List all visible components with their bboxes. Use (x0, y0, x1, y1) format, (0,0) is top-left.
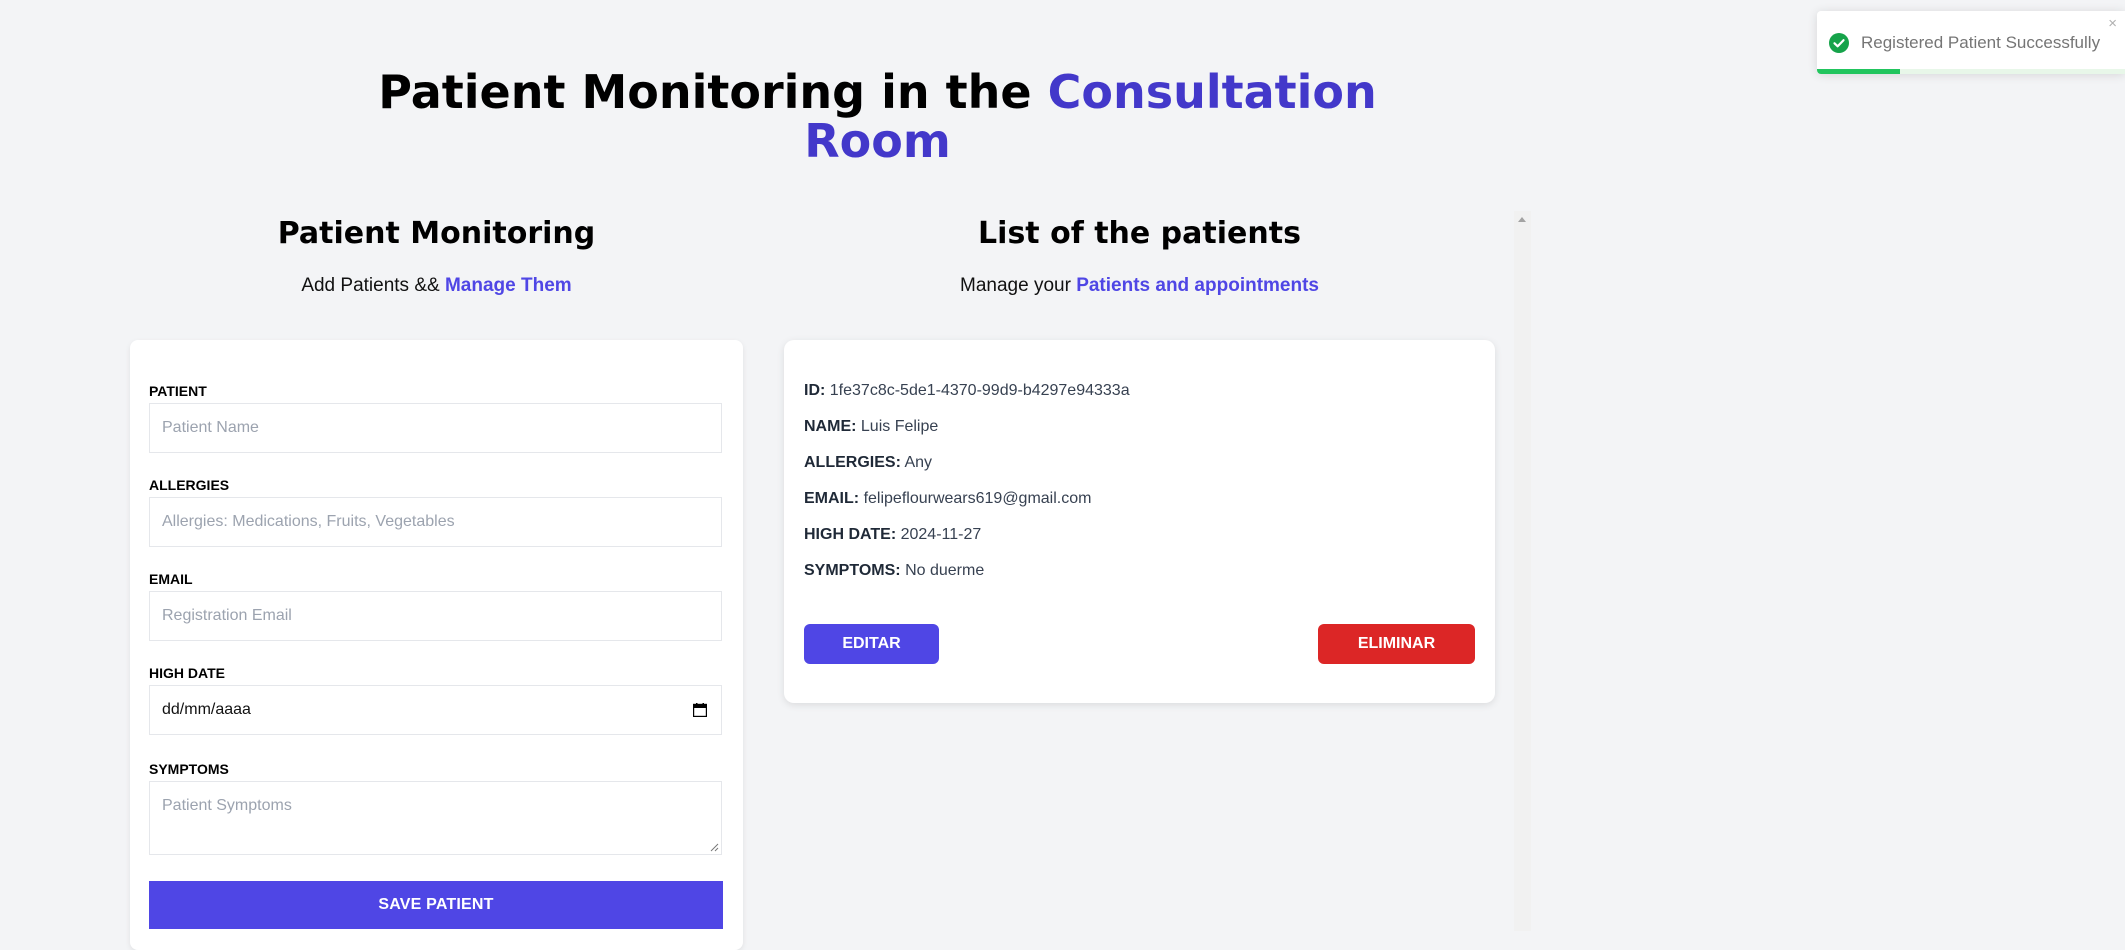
patient-name-input[interactable]: Patient Name (149, 403, 722, 453)
resize-grip-icon[interactable] (709, 842, 719, 852)
patient-symptoms-row: SYMPTOMS: No duerme (804, 562, 984, 580)
allergies-input[interactable]: Allergies: Medications, Fruits, Vegetabl… (149, 497, 722, 547)
high-date-label: HIGH DATE (149, 665, 225, 681)
list-subtitle-text: Manage your (960, 275, 1077, 296)
form-subtitle-accent: Manage Them (444, 275, 572, 296)
edit-button[interactable]: EDITAR (804, 624, 939, 664)
list-section-title: List of the patients (978, 216, 1301, 251)
toast-message: Registered Patient Successfully (1861, 33, 2101, 52)
allergies-label: ALLERGIES (149, 477, 230, 493)
name-key: NAME: (804, 418, 857, 435)
email-input[interactable]: Registration Email (149, 591, 722, 641)
patient-allergies-value: Any (904, 454, 933, 471)
high-date-input[interactable]: dd/mm/aaaa (149, 685, 722, 735)
patient-id-value: 1fe37c8c-5de1-4370-99d9-b4297e94333a (829, 382, 1130, 399)
patient-form: PATIENT Patient Name ALLERGIES Allergies… (130, 340, 743, 950)
success-toast[interactable]: Registered Patient Successfully × (1817, 11, 2125, 74)
page-title-main: Patient Monitoring in the (378, 65, 1048, 119)
form-subtitle-text: Add Patients && (301, 275, 445, 296)
symptoms-key: SYMPTOMS: (804, 562, 901, 579)
toast-close-icon[interactable]: × (2108, 15, 2117, 32)
patient-email-row: EMAIL: felipeflourwears619@gmail.com (804, 490, 1091, 508)
high-date-key: HIGH DATE: (804, 526, 897, 543)
patient-symptoms-value: No duerme (905, 562, 985, 579)
page-title-accent-1: Consultation (1047, 65, 1377, 119)
calendar-icon[interactable] (693, 703, 707, 717)
allergies-key: ALLERGIES: (804, 454, 901, 471)
form-section-title: Patient Monitoring (277, 216, 596, 251)
patient-allergies-row: ALLERGIES: Any (804, 454, 932, 472)
patient-date-value: 2024-11-27 (900, 526, 982, 543)
patient-name-value: Luis Felipe (860, 418, 939, 435)
list-subtitle-accent: Patients and appointments (1076, 275, 1319, 296)
list-scrollbar[interactable] (1514, 211, 1531, 931)
symptoms-label: SYMPTOMS (149, 761, 229, 777)
app-page: Patient Monitoring in the Consultation R… (0, 0, 1531, 950)
patient-label: PATIENT (149, 383, 207, 399)
list-section-subtitle: Manage your Patients and appointments (784, 275, 1495, 297)
save-patient-button[interactable]: SAVE PATIENT (149, 881, 723, 929)
email-label: EMAIL (149, 571, 193, 587)
delete-button[interactable]: ELIMINAR (1318, 624, 1475, 664)
check-circle-icon (1829, 33, 1849, 53)
patient-card: ID: 1fe37c8c-5de1-4370-99d9-b4297e94333a… (784, 340, 1495, 703)
patient-id-row: ID: 1fe37c8c-5de1-4370-99d9-b4297e94333a (804, 382, 1130, 400)
symptoms-textarea[interactable]: Patient Symptoms (149, 781, 722, 855)
toast-progress-bar (1817, 69, 1901, 74)
page-title: Patient Monitoring in the Consultation R… (0, 68, 1755, 166)
high-date-value: dd/mm/aaaa (162, 701, 251, 718)
symptoms-placeholder: Patient Symptoms (162, 797, 292, 814)
patient-name-row: NAME: Luis Felipe (804, 418, 938, 436)
patient-email-value: felipeflourwears619@gmail.com (863, 490, 1092, 507)
page-title-accent-2: Room (804, 114, 951, 168)
patient-date-row: HIGH DATE: 2024-11-27 (804, 526, 981, 544)
id-key: ID: (804, 382, 826, 399)
form-section-subtitle: Add Patients && Manage Them (130, 275, 743, 297)
email-key: EMAIL: (804, 490, 860, 507)
scroll-up-arrow-icon[interactable] (1518, 217, 1526, 222)
